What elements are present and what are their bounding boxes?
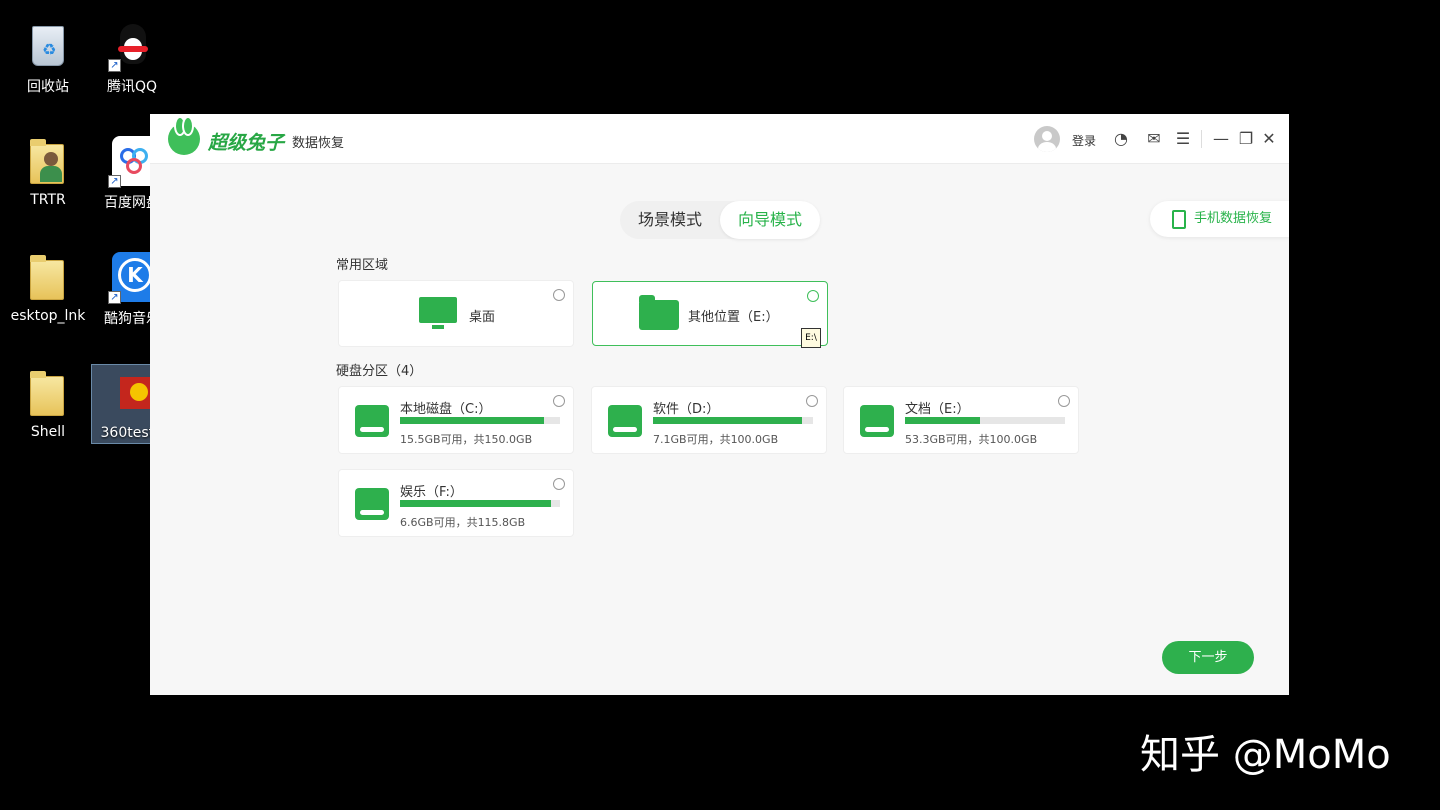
- shortcut-arrow-icon: ↗: [108, 291, 121, 304]
- brand-subtitle: 数据恢复: [292, 136, 345, 151]
- disk-info: 6.6GB可用，共115.8GB: [400, 516, 526, 529]
- disk-card[interactable]: 软件（D:） 7.1GB可用，共100.0GB: [591, 386, 827, 454]
- radio-button[interactable]: [807, 290, 819, 302]
- disk-usage-fill: [400, 417, 544, 424]
- phone-recovery-label: 手机数据恢复: [1194, 211, 1273, 226]
- baidu-netdisk-icon: ↗: [108, 136, 158, 188]
- disk-card[interactable]: 娱乐（F:） 6.6GB可用，共115.8GB: [338, 469, 574, 537]
- hard-drive-icon: [355, 405, 389, 437]
- path-tooltip: E:\: [801, 328, 821, 348]
- desktop-icon-shell[interactable]: Shell: [5, 368, 91, 440]
- login-link[interactable]: 登录: [1072, 132, 1096, 149]
- disk-name: 本地磁盘（C:）: [400, 402, 492, 417]
- mode-switch: 场景模式 向导模式: [620, 201, 820, 239]
- close-icon[interactable]: ✕: [1259, 129, 1279, 149]
- shortcut-arrow-icon: ↗: [108, 59, 121, 72]
- restore-icon[interactable]: ❐: [1236, 129, 1256, 149]
- app-window: 超级兔子 数据恢复 登录 ◔ ✉ ☰ — ❐ ✕ 场景模式 向导模式 手机数据恢…: [150, 114, 1289, 695]
- folder-icon: [24, 368, 72, 420]
- disk-name: 软件（D:）: [653, 402, 720, 417]
- location-card-other[interactable]: 其他位置（E:） E:\: [592, 281, 828, 348]
- disk-card[interactable]: 文档（E:） 53.3GB可用，共100.0GB: [843, 386, 1079, 454]
- watermark: 知乎 @MoMo: [1140, 732, 1391, 778]
- qq-penguin-icon: ↗: [108, 20, 156, 72]
- folder-icon: [24, 252, 72, 304]
- radio-button[interactable]: [553, 478, 565, 490]
- support-chat-icon[interactable]: ◔: [1111, 129, 1131, 149]
- desktop: ♻ 回收站 ↗ 腾讯QQ TRTR ↗ 百度网盘 esktop_lnk K ↗ …: [0, 0, 1440, 810]
- disk-card[interactable]: 本地磁盘（C:） 15.5GB可用，共150.0GB: [338, 386, 574, 454]
- tab-wizard-mode[interactable]: 向导模式: [720, 201, 820, 239]
- location-label: 桌面: [469, 310, 496, 325]
- feedback-icon[interactable]: ✉: [1144, 129, 1164, 149]
- hard-drive-icon: [355, 488, 389, 520]
- disk-name: 文档（E:）: [905, 402, 970, 417]
- kugou-icon: K ↗: [108, 252, 158, 304]
- rabbit-logo-icon: [168, 116, 200, 155]
- tab-scene-mode[interactable]: 场景模式: [620, 201, 720, 239]
- disk-usage-bar: [905, 417, 1065, 424]
- common-section-title: 常用区域: [336, 258, 389, 273]
- title-bar: 超级兔子 数据恢复 登录 ◔ ✉ ☰ — ❐ ✕: [150, 114, 1289, 164]
- hard-drive-icon: [860, 405, 894, 437]
- folder-icon: [639, 295, 679, 330]
- recycle-bin-icon: ♻: [24, 20, 72, 72]
- shortcut-arrow-icon: ↗: [108, 175, 121, 188]
- avatar[interactable]: [1034, 126, 1060, 152]
- radio-button[interactable]: [553, 289, 565, 301]
- disk-usage-bar: [400, 417, 560, 424]
- radio-button[interactable]: [1058, 395, 1070, 407]
- hard-drive-icon: [608, 405, 642, 437]
- brand-name: 超级兔子: [208, 132, 285, 154]
- title-separator: [1201, 130, 1202, 148]
- phone-recovery-button[interactable]: 手机数据恢复: [1150, 201, 1289, 237]
- desktop-icon-trtr[interactable]: TRTR: [5, 136, 91, 208]
- disk-name: 娱乐（F:）: [400, 485, 463, 500]
- disk-info: 15.5GB可用，共150.0GB: [400, 433, 533, 446]
- radio-button[interactable]: [553, 395, 565, 407]
- location-card-desktop[interactable]: 桌面: [338, 280, 574, 347]
- desktop-icon-qq[interactable]: ↗ 腾讯QQ: [89, 20, 175, 96]
- minimize-icon[interactable]: —: [1211, 129, 1231, 149]
- menu-icon[interactable]: ☰: [1173, 129, 1193, 149]
- radio-button[interactable]: [806, 395, 818, 407]
- desktop-icon-recycle-bin[interactable]: ♻ 回收站: [5, 20, 91, 96]
- disk-section-title: 硬盘分区（4）: [336, 364, 423, 379]
- disk-usage-fill: [653, 417, 802, 424]
- location-label: 其他位置（E:）: [688, 310, 779, 325]
- disk-info: 53.3GB可用，共100.0GB: [905, 433, 1038, 446]
- disk-usage-bar: [653, 417, 813, 424]
- disk-info: 7.1GB可用，共100.0GB: [653, 433, 779, 446]
- disk-usage-bar: [400, 500, 560, 507]
- user-folder-icon: [24, 136, 72, 188]
- phone-icon: [1172, 210, 1186, 229]
- disk-usage-fill: [905, 417, 980, 424]
- monitor-icon: [419, 297, 457, 329]
- desktop-icon-esktop-lnk[interactable]: esktop_lnk: [5, 252, 91, 324]
- disk-usage-fill: [400, 500, 551, 507]
- next-button[interactable]: 下一步: [1162, 641, 1254, 674]
